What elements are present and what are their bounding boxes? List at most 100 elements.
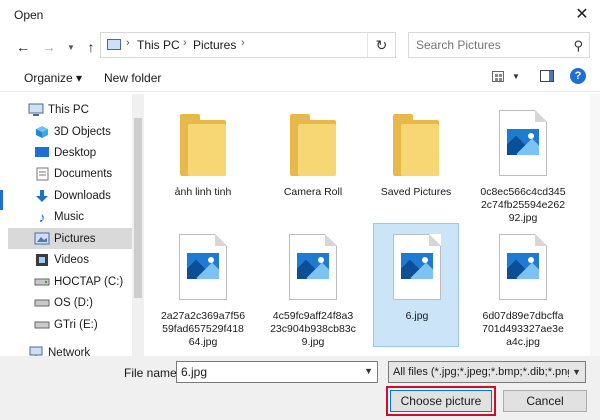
file-list-scrollbar[interactable] — [590, 94, 600, 356]
nav-item-label: OS (D:) — [54, 296, 93, 309]
file-tile-image[interactable]: 4c59fc9aff24f8a323c904b938cb83c9.jpg — [270, 224, 356, 348]
breadcrumb-separator-icon[interactable]: › — [126, 37, 130, 49]
window-title: Open — [14, 8, 44, 22]
image-file-icon — [289, 234, 337, 300]
nav-item-music[interactable]: ♪ Music — [8, 206, 132, 227]
image-file-icon — [179, 234, 227, 300]
nav-item-label: Pictures — [54, 232, 96, 245]
file-name-input[interactable] — [181, 365, 351, 379]
change-view-icon[interactable] — [492, 71, 504, 82]
up-arrow-icon[interactable]: ↑ — [82, 38, 100, 56]
nav-item-label: GTri (E:) — [54, 318, 98, 331]
file-name-combobox[interactable]: ▼ — [176, 361, 378, 383]
nav-item-label: Downloads — [54, 189, 111, 202]
file-tile-image[interactable]: 2a27a2c369a7f5659fad657529f41864.jpg — [160, 224, 246, 348]
nav-item-label: HOCTAP (C:) — [54, 275, 124, 288]
new-folder-button[interactable]: New folder — [104, 71, 161, 85]
pictures-icon — [34, 232, 50, 246]
nav-item-label: Network — [48, 346, 91, 357]
back-arrow-icon[interactable]: ← — [14, 38, 32, 56]
nav-item-3d-objects[interactable]: 3D Objects — [8, 121, 132, 142]
file-name: 6.jpg — [405, 310, 429, 322]
recent-chevron-down-icon[interactable]: ▼ — [62, 38, 80, 56]
file-tile-folder[interactable]: Saved Pictures — [373, 100, 459, 224]
image-file-icon — [393, 234, 441, 300]
nav-item-videos[interactable]: Videos — [8, 249, 132, 270]
cube-icon — [34, 125, 50, 139]
breadcrumb-this-pc[interactable]: This PC — [137, 38, 180, 52]
download-icon — [34, 189, 50, 203]
nav-item-pictures[interactable]: Pictures — [8, 228, 132, 249]
pc-icon — [107, 39, 121, 50]
file-type-select[interactable]: All files (*.jpg;*.jpeg;*.bmp;*.dib;*.pn… — [388, 361, 586, 383]
breadcrumb-separator-icon[interactable]: › — [183, 37, 187, 49]
nav-item-downloads[interactable]: Downloads — [8, 185, 132, 206]
view-dropdown-icon[interactable]: ▼ — [512, 72, 520, 81]
file-tile-image[interactable]: 6d07d89e7dbcffa701d493327ae3ea4c.jpg — [480, 224, 566, 348]
nav-item-this-pc[interactable]: This PC — [8, 99, 132, 120]
pc-icon — [28, 103, 44, 117]
preview-pane-icon[interactable] — [540, 70, 554, 82]
image-file-icon — [499, 110, 547, 176]
nav-item-drive-c[interactable]: HOCTAP (C:) — [8, 271, 132, 292]
navigation-pane: This PC 3D Objects Desktop Documents Dow… — [8, 94, 132, 356]
file-type-dropdown-icon[interactable]: ▼ — [572, 367, 581, 377]
nav-item-label: Desktop — [54, 146, 97, 159]
folder-icon — [290, 114, 336, 176]
file-tile-folder[interactable]: ảnh linh tinh — [160, 100, 246, 224]
file-name: 4c59fc9aff24f8a323c904b938cb83c9.jpg — [270, 310, 356, 348]
search-input[interactable] — [416, 38, 566, 52]
search-box[interactable]: ⚲ — [408, 32, 590, 58]
file-name: Saved Pictures — [380, 186, 452, 198]
refresh-icon[interactable]: ↻ — [367, 33, 395, 57]
breadcrumb-separator-icon[interactable]: › — [241, 37, 245, 49]
nav-item-desktop[interactable]: Desktop — [8, 142, 132, 163]
desktop-icon — [34, 146, 50, 160]
file-name-dropdown-icon[interactable]: ▼ — [364, 366, 373, 376]
nav-item-network[interactable]: Network — [8, 342, 132, 356]
file-name: ảnh linh tinh — [174, 186, 232, 198]
file-list: ảnh linh tinh Camera Roll Saved Pictures… — [146, 94, 590, 356]
focus-accent — [0, 190, 3, 210]
cancel-button[interactable]: Cancel — [503, 390, 587, 412]
nav-item-drive-d[interactable]: OS (D:) — [8, 292, 132, 313]
navigation-scrollbar-thumb[interactable] — [134, 118, 142, 298]
nav-item-drive-e[interactable]: GTri (E:) — [8, 314, 132, 335]
music-icon: ♪ — [38, 208, 46, 225]
nav-item-documents[interactable]: Documents — [8, 163, 132, 184]
file-name: Camera Roll — [283, 186, 343, 198]
drive-icon — [34, 296, 50, 310]
file-name: 0c8ec566c4cd3452c74fb25594e26292.jpg — [480, 186, 566, 224]
command-toolbar: Organize ▾ New folder ▼ ? — [0, 64, 600, 92]
breadcrumb-pictures[interactable]: Pictures — [193, 38, 236, 52]
search-icon[interactable]: ⚲ — [573, 38, 583, 54]
address-bar[interactable]: › This PC › Pictures › ∨ ↻ — [100, 32, 460, 58]
file-tile-image[interactable]: 0c8ec566c4cd3452c74fb25594e26292.jpg — [480, 100, 566, 224]
file-type-value: All files (*.jpg;*.jpeg;*.bmp;*.dib;*.pn… — [393, 366, 569, 378]
close-icon[interactable]: ✕ — [570, 3, 594, 25]
choose-picture-button[interactable]: Choose picture — [390, 390, 492, 412]
drive-icon — [34, 318, 50, 332]
title-bar: Open ✕ — [0, 0, 600, 30]
help-icon[interactable]: ? — [570, 68, 586, 84]
dialog-footer: File name: ▼ All files (*.jpg;*.jpeg;*.b… — [0, 356, 600, 420]
file-tile-image-selected[interactable]: 6.jpg — [373, 223, 459, 347]
nav-item-label: Documents — [54, 167, 113, 180]
file-name: 6d07d89e7dbcffa701d493327ae3ea4c.jpg — [482, 310, 564, 348]
folder-icon — [180, 114, 226, 176]
file-tile-folder[interactable]: Camera Roll — [270, 100, 356, 224]
nav-item-label: 3D Objects — [54, 125, 111, 138]
documents-icon — [34, 167, 50, 181]
folder-icon — [393, 114, 439, 176]
nav-item-label: Music — [54, 210, 85, 223]
image-file-icon — [499, 234, 547, 300]
navigation-scrollbar[interactable] — [132, 94, 144, 356]
file-name: 2a27a2c369a7f5659fad657529f41864.jpg — [160, 310, 246, 348]
nav-item-label: Videos — [54, 253, 89, 266]
nav-item-label: This PC — [48, 103, 89, 116]
videos-icon — [34, 253, 50, 267]
file-name-label: File name: — [124, 366, 181, 380]
drive-icon — [34, 275, 50, 289]
forward-arrow-icon[interactable]: → — [40, 38, 58, 56]
organize-button[interactable]: Organize ▾ — [24, 71, 82, 85]
